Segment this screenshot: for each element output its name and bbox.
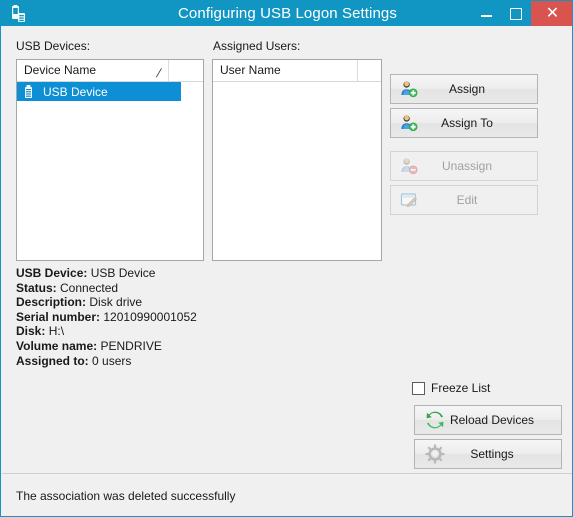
detail-usb-device: USB Device: USB Device xyxy=(16,266,197,281)
column-header-user-name[interactable]: User Name xyxy=(213,60,358,81)
application-window: Configuring USB Logon Settings ✕ USB Dev… xyxy=(0,0,573,517)
minimize-icon xyxy=(480,15,492,17)
assigned-users-listview[interactable]: User Name xyxy=(212,59,382,261)
usb-devices-label: USB Devices: xyxy=(16,39,91,53)
device-row-name: USB Device xyxy=(43,84,108,99)
status-bar: The association was deleted successfully xyxy=(2,474,572,516)
gear-icon xyxy=(425,444,445,464)
column-header-device-name-label: Device Name xyxy=(24,63,97,77)
detail-serial-number-label: Serial number: xyxy=(16,309,101,324)
column-header-device-name[interactable]: Device Name / xyxy=(17,60,169,81)
column-header-user-name-label: User Name xyxy=(220,63,281,77)
detail-status: Status: Connected xyxy=(16,281,197,296)
maximize-icon xyxy=(510,7,522,20)
detail-serial-number: Serial number: 12010990001052 xyxy=(16,310,197,325)
detail-volume-name-value: PENDRIVE xyxy=(100,338,162,353)
refresh-icon xyxy=(425,410,445,430)
assigned-users-header: User Name xyxy=(213,60,381,82)
device-details: USB Device: USB Device Status: Connected… xyxy=(16,266,197,368)
settings-button[interactable]: Settings xyxy=(414,439,562,469)
status-message: The association was deleted successfully xyxy=(16,489,236,503)
table-row[interactable]: USB Device xyxy=(17,82,181,101)
column-header-filler xyxy=(169,60,203,81)
detail-serial-number-value: 12010990001052 xyxy=(103,309,197,324)
freeze-list-label: Freeze List xyxy=(431,381,491,395)
reload-devices-button[interactable]: Reload Devices xyxy=(414,405,562,435)
column-header-filler xyxy=(358,60,381,81)
detail-assigned-to-value: 0 users xyxy=(92,353,132,368)
detail-usb-device-label: USB Device: xyxy=(16,266,88,280)
detail-disk: Disk: H:\ xyxy=(16,324,197,339)
assign-button[interactable]: Assign xyxy=(390,74,538,104)
assign-to-button[interactable]: Assign To xyxy=(390,108,538,138)
detail-description-value: Disk drive xyxy=(89,295,143,310)
detail-volume-name-label: Volume name: xyxy=(16,338,98,353)
minimize-button[interactable] xyxy=(471,1,501,26)
detail-assigned-to: Assigned to: 0 users xyxy=(16,354,197,369)
detail-disk-value: H:\ xyxy=(48,324,65,339)
detail-usb-device-value: USB Device xyxy=(90,266,156,280)
freeze-list-checkbox[interactable]: Freeze List xyxy=(412,381,490,395)
window-body: USB Devices: Assigned Users: Device Name… xyxy=(2,26,572,516)
title-bar[interactable]: Configuring USB Logon Settings ✕ xyxy=(1,1,572,26)
unassign-button[interactable]: Unassign xyxy=(390,151,538,181)
close-button[interactable]: ✕ xyxy=(531,1,572,26)
maximize-button[interactable] xyxy=(501,1,531,26)
detail-description-label: Description: xyxy=(16,295,87,310)
usb-device-icon xyxy=(10,5,28,23)
usb-devices-rows: USB Device xyxy=(17,82,203,101)
usb-devices-listview[interactable]: Device Name / USB Device xyxy=(16,59,204,261)
close-icon: ✕ xyxy=(545,4,560,22)
detail-assigned-to-label: Assigned to: xyxy=(16,353,89,368)
detail-disk-label: Disk: xyxy=(16,324,46,339)
detail-status-label: Status: xyxy=(16,280,57,295)
detail-volume-name: Volume name: PENDRIVE xyxy=(16,339,197,354)
sort-indicator-icon: / xyxy=(154,66,163,80)
user-remove-icon xyxy=(400,157,418,175)
detail-status-value: Connected xyxy=(60,280,119,295)
edit-pencil-icon xyxy=(400,191,418,209)
edit-button[interactable]: Edit xyxy=(390,185,538,215)
usb-devices-header: Device Name / xyxy=(17,60,203,82)
usb-drive-icon xyxy=(21,84,36,99)
assigned-users-label: Assigned Users: xyxy=(213,39,301,53)
checkbox-box-icon xyxy=(412,381,425,395)
user-add-icon xyxy=(400,114,418,132)
user-add-icon xyxy=(400,80,418,98)
detail-description: Description: Disk drive xyxy=(16,295,197,310)
